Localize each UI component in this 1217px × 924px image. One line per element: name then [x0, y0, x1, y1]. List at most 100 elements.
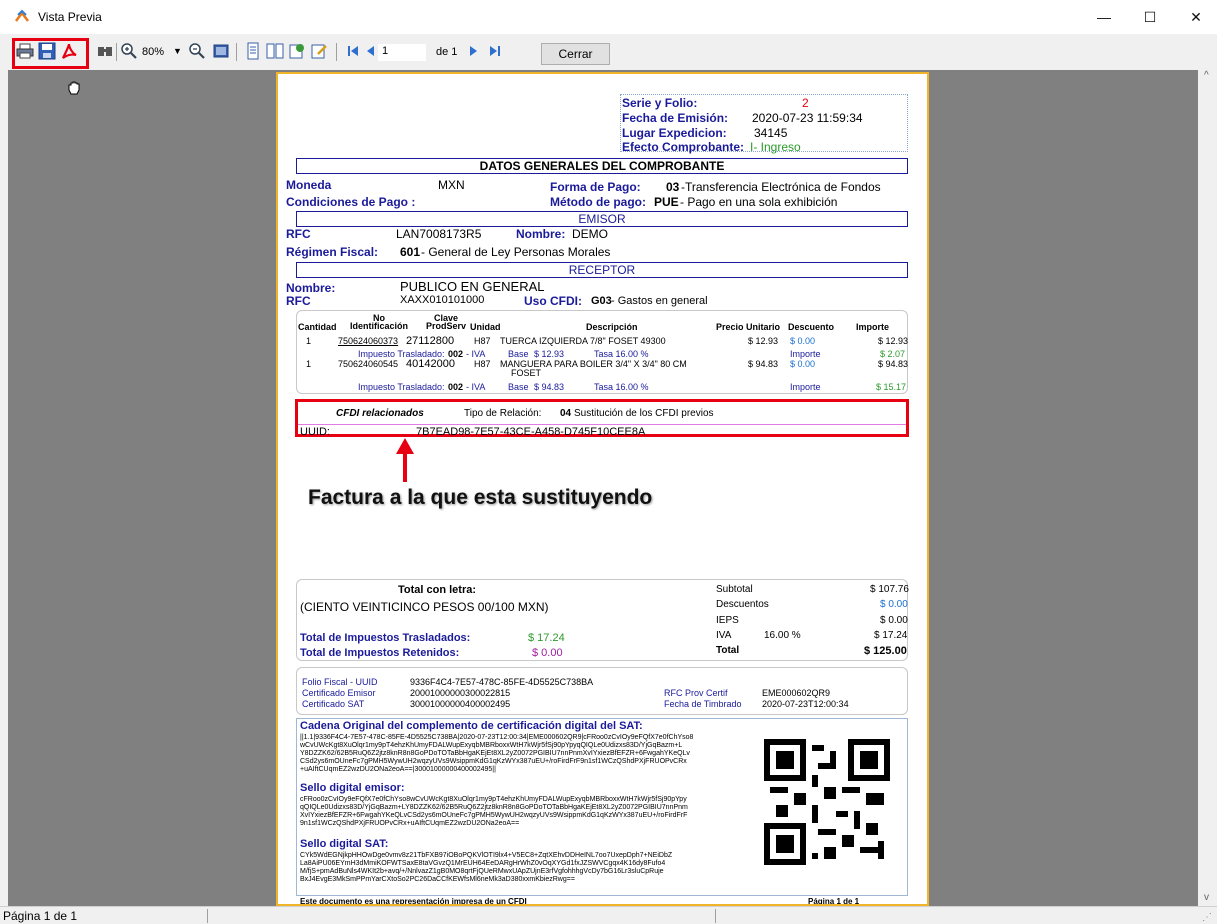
- hand-cursor-icon: [68, 81, 80, 95]
- toolbar-highlight-annotation: [12, 38, 89, 69]
- cfdi-relacionados-label: CFDI relacionados: [336, 408, 424, 419]
- receptor-rfc-label: RFC: [286, 294, 311, 308]
- cert-sat-label: Certificado SAT: [302, 699, 365, 709]
- item-importe: $ 94.83: [878, 359, 909, 369]
- subtotal-label: Subtotal: [716, 584, 753, 595]
- fecha-value: 2020-07-23 11:59:34: [752, 111, 863, 125]
- sello-sat-line: BxJ4EvgE3MkSmPPmYarCXtoSo2PC26DaCCfKEWfs…: [300, 876, 575, 883]
- item-base: $ 12.93: [534, 349, 565, 359]
- iva-rate: 16.00 %: [764, 630, 801, 641]
- tipo-relacion-label: Tipo de Relación:: [464, 408, 542, 419]
- last-page-icon[interactable]: [486, 42, 504, 60]
- footer-left: Este documento es una representación imp…: [300, 897, 527, 906]
- lugar-label: Lugar Expedicion:: [622, 126, 727, 140]
- next-page-icon[interactable]: [464, 42, 482, 60]
- forma-pago-value: -Transferencia Electrónica de Fondos: [681, 180, 881, 194]
- one-page-icon[interactable]: [244, 42, 262, 60]
- descuentos-value: $ 0.00: [880, 599, 908, 610]
- sello-emisor-line: qQIQLe0Udizxs83D/YjGqBazm+LY8DZZK62/62B5…: [300, 804, 688, 811]
- item-base-label: Base: [508, 349, 529, 359]
- export-icon[interactable]: [288, 42, 306, 60]
- sello-sat-line: M/fjS+pmAdBuNls4WKIt2b+avq/+/NnlvazZ1gB0…: [300, 868, 664, 875]
- zoom-out-icon[interactable]: [188, 42, 206, 60]
- item-imp-importe-label: Importe: [790, 382, 821, 392]
- col-cantidad: Cantidad: [298, 322, 337, 332]
- cadena-line: ||1.1|9336F4C4-7E57-478C-85FE-4D5525C738…: [300, 734, 694, 741]
- efecto-label: Efecto Comprobante:: [622, 140, 745, 154]
- regimen-code: 601: [400, 245, 421, 259]
- cadena-title: Cadena Original del complemento de certi…: [300, 720, 643, 732]
- efecto-value: I- Ingreso: [750, 140, 801, 154]
- condiciones-label: Condiciones de Pago :: [286, 195, 416, 209]
- item-cantidad: 1: [306, 336, 312, 346]
- title-bar: Vista Previa — ☐ ✕: [0, 0, 1217, 34]
- maximize-button[interactable]: ☐: [1127, 0, 1173, 34]
- col-no-id: No Identificación: [350, 313, 409, 331]
- iva-label: IVA: [716, 630, 732, 641]
- descuentos-label: Descuentos: [716, 599, 769, 610]
- item-descuento: $ 0.00: [790, 336, 816, 346]
- minimize-button[interactable]: —: [1081, 0, 1127, 34]
- item-imp-label: Impuesto Trasladado:: [358, 382, 445, 392]
- two-pages-icon[interactable]: [266, 42, 284, 60]
- item-clave: 40142000: [406, 358, 455, 370]
- find-icon[interactable]: [96, 42, 114, 60]
- cadena-line: +uAIftCUqmEZ2wzDU2ONa2eoA==|300010000004…: [300, 766, 496, 773]
- zoom-value[interactable]: 80%: [142, 46, 164, 58]
- zoom-in-icon[interactable]: [120, 42, 138, 60]
- total-letra-value: (CIENTO VEINTICINCO PESOS 00/100 MXN): [300, 600, 549, 614]
- col-descuento: Descuento: [788, 322, 835, 332]
- item-imp-name: - IVA: [466, 349, 486, 359]
- col-unidad: Unidad: [470, 322, 501, 332]
- subtotal-value: $ 107.76: [870, 584, 909, 595]
- footer-right: Página 1 de 1: [808, 897, 860, 906]
- sello-sat-line: La8AiPU06EYmH3dMmiKOFWTSaxE8taVGvzQ1MrEU…: [300, 860, 666, 867]
- moneda-label: Moneda: [286, 178, 332, 192]
- tipo-relacion-value: Sustitución de los CFDI previos: [574, 408, 714, 419]
- resize-grip-icon[interactable]: ⋰: [1202, 912, 1212, 923]
- total-value: $ 125.00: [864, 645, 907, 657]
- item-descripcion: TUERCA IZQUIERDA 7/8" FOSET 49300: [500, 336, 666, 346]
- ieps-label: IEPS: [716, 615, 739, 626]
- emisor-nombre: DEMO: [572, 227, 608, 241]
- cerrar-button[interactable]: Cerrar: [541, 43, 610, 65]
- zoom-dropdown-icon[interactable]: ▼: [173, 46, 182, 56]
- edit-icon[interactable]: [310, 42, 328, 60]
- item-base-label: Base: [508, 382, 529, 392]
- receptor-title: RECEPTOR: [296, 262, 908, 278]
- iva-value: $ 17.24: [874, 630, 908, 641]
- item-imp-importe: $ 2.07: [880, 349, 906, 359]
- scroll-down-icon[interactable]: v: [1204, 892, 1209, 903]
- ieps-value: $ 0.00: [880, 615, 908, 626]
- total-retenidos-label: Total de Impuestos Retenidos:: [300, 647, 460, 659]
- sello-emisor-line: XvIYxiezBfEFZR+6FwgahYKeQLvCSd2ys6mOUneF…: [300, 812, 688, 819]
- fecha-timbrado-value: 2020-07-23T12:00:34: [762, 699, 849, 709]
- uso-code: G03: [591, 295, 612, 307]
- close-window-button[interactable]: ✕: [1173, 0, 1217, 34]
- invoice-page: Serie y Folio: 2 Fecha de Emisión: 2020-…: [276, 72, 929, 906]
- annotation-text: Factura a la que esta sustituyendo: [308, 486, 653, 509]
- item-imp-importe-label: Importe: [790, 349, 821, 359]
- col-importe: Importe: [856, 322, 890, 332]
- item-base: $ 94.83: [534, 382, 565, 392]
- receptor-nombre: PUBLICO EN GENERAL: [400, 279, 545, 294]
- regimen-label: Régimen Fiscal:: [286, 245, 379, 259]
- folio-fiscal-value: 9336F4C4-7E57-478C-85FE-4D5525C738BA: [410, 677, 594, 687]
- item-unidad: H87: [474, 359, 491, 369]
- full-page-icon[interactable]: [212, 42, 230, 60]
- first-page-icon[interactable]: [344, 42, 362, 60]
- item-unidad: H87: [474, 336, 491, 346]
- item-no-id: 750624060545: [338, 359, 399, 369]
- app-icon: [15, 9, 29, 22]
- tipo-relacion-code: 04: [560, 408, 572, 419]
- cadena-line: CSd2ys6mOUneFc7gPMH5WywUH2wqzyUVs9Wsippm…: [300, 758, 687, 765]
- page-number-input[interactable]: 1: [378, 44, 426, 61]
- scroll-up-icon[interactable]: ^: [1204, 70, 1209, 81]
- item-imp-name: - IVA: [466, 382, 486, 392]
- vertical-scrollbar[interactable]: [1198, 70, 1217, 906]
- uuid-divider: [298, 424, 906, 425]
- sello-emisor-line: cFRoo0zCvIOy9eFQfX7e0fChYso8wCvUWcKgt8Xu…: [300, 796, 687, 803]
- uso-value: - Gastos en general: [611, 295, 708, 307]
- sello-emisor-title: Sello digital emisor:: [300, 782, 405, 794]
- folio-fiscal-label: Folio Fiscal - UUID: [302, 677, 378, 687]
